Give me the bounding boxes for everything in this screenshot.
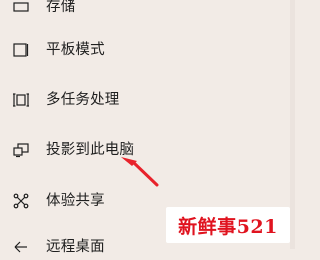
multitasking-icon <box>13 93 29 107</box>
remote-desktop-icon <box>14 241 27 253</box>
nav-item-label: 远程桌面 <box>46 239 105 255</box>
nav-item-label: 多任务处理 <box>46 92 120 108</box>
nav-item-label: 投影到此电脑 <box>46 142 135 158</box>
watermark-text: 新鲜事521 <box>178 215 278 238</box>
shared-experiences-icon <box>13 193 29 209</box>
scrollbar[interactable] <box>290 0 295 249</box>
project-to-pc-icon <box>13 143 29 158</box>
nav-item-storage[interactable]: 存储 <box>0 0 290 20</box>
nav-item-label: 体验共享 <box>46 193 105 209</box>
nav-item-label: 存储 <box>46 0 76 15</box>
storage-icon <box>13 2 29 12</box>
nav-item-label: 平板模式 <box>46 42 105 58</box>
nav-item-project-to-pc[interactable]: 投影到此电脑 <box>0 137 290 163</box>
tablet-mode-icon <box>13 43 29 57</box>
nav-item-tablet-mode[interactable]: 平板模式 <box>0 37 290 63</box>
nav-item-multitasking[interactable]: 多任务处理 <box>0 87 290 113</box>
watermark-logo: 新鲜事521 <box>166 207 290 243</box>
